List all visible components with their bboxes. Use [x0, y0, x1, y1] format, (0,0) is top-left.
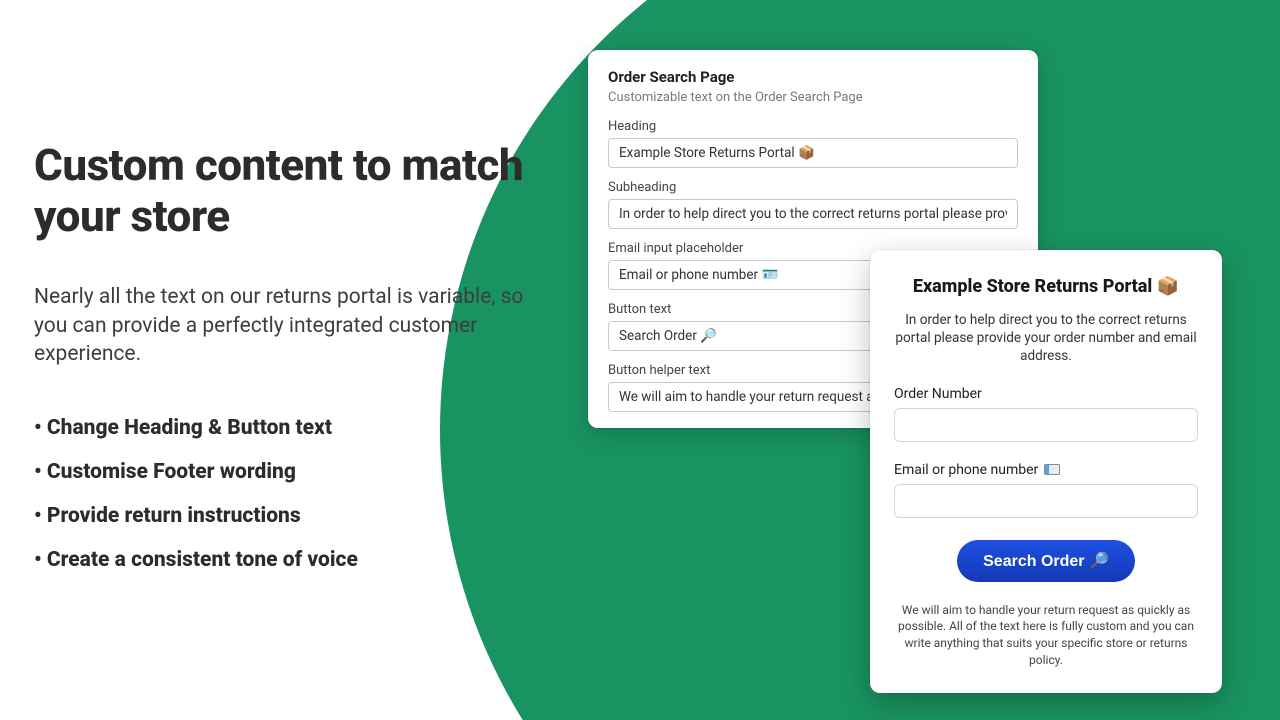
- portal-order-label: Order Number: [894, 386, 1198, 402]
- bullet-item: Change Heading & Button text: [34, 416, 544, 440]
- marketing-column: Custom content to match your store Nearl…: [34, 140, 544, 592]
- marketing-bullets: Change Heading & Button text Customise F…: [34, 416, 544, 572]
- bullet-item: Create a consistent tone of voice: [34, 548, 544, 572]
- portal-heading: Example Store Returns Portal 📦: [894, 276, 1198, 297]
- portal-email-label: Email or phone number: [894, 462, 1198, 478]
- marketing-headline: Custom content to match your store: [34, 140, 544, 241]
- portal-email-input[interactable]: [894, 484, 1198, 518]
- portal-preview-card: Example Store Returns Portal 📦 In order …: [870, 250, 1222, 693]
- search-order-button[interactable]: Search Order 🔎: [957, 540, 1135, 582]
- id-card-icon: [1044, 464, 1060, 475]
- bullet-item: Provide return instructions: [34, 504, 544, 528]
- admin-card-title: Order Search Page: [608, 68, 1018, 86]
- marketing-subcopy: Nearly all the text on our returns porta…: [34, 283, 544, 368]
- admin-label-subheading: Subheading: [608, 180, 1018, 195]
- bullet-item: Customise Footer wording: [34, 460, 544, 484]
- portal-order-input[interactable]: [894, 408, 1198, 442]
- admin-card-description: Customizable text on the Order Search Pa…: [608, 90, 1018, 105]
- portal-email-label-text: Email or phone number: [894, 462, 1038, 478]
- portal-helper-text: We will aim to handle your return reques…: [894, 602, 1198, 669]
- admin-label-heading: Heading: [608, 119, 1018, 134]
- admin-input-subheading[interactable]: [608, 199, 1018, 229]
- portal-subheading: In order to help direct you to the corre…: [894, 311, 1198, 366]
- admin-input-heading[interactable]: [608, 138, 1018, 168]
